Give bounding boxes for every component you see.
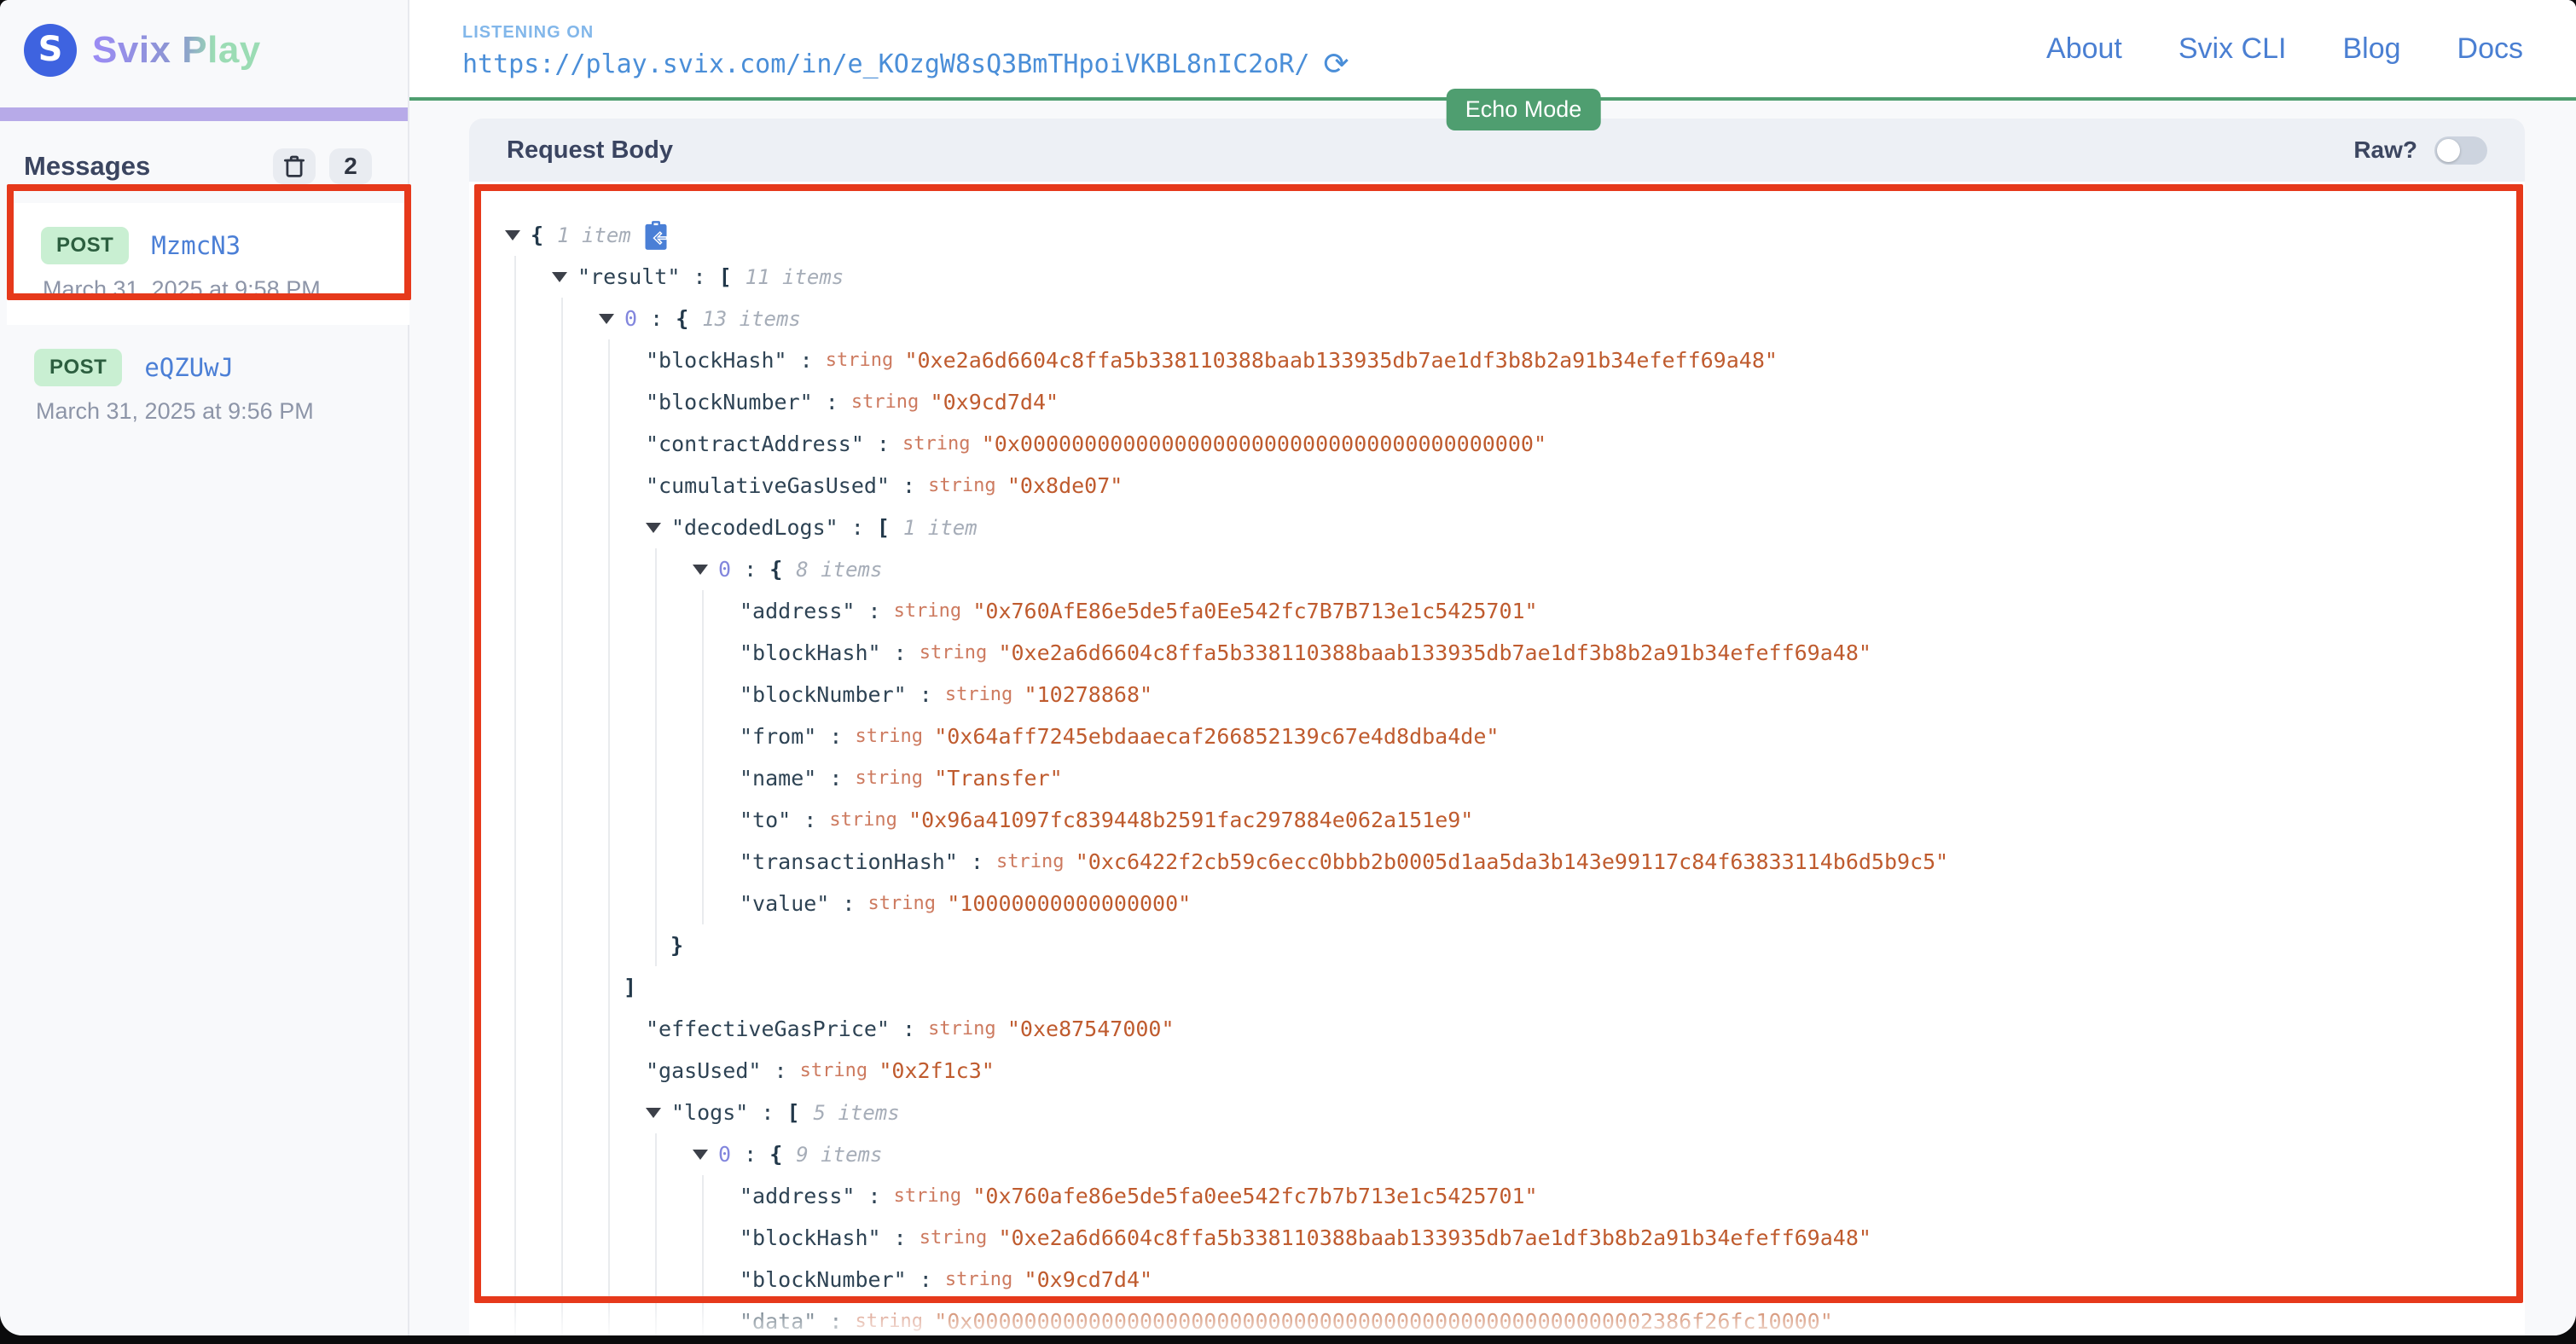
clear-messages-button[interactable] [273, 148, 316, 184]
webhook-url[interactable]: https://play.svix.com/in/e_KOzgW8sQ3BmTH… [462, 49, 1309, 79]
collapse-triangle-icon[interactable] [646, 523, 661, 533]
nav-link-about[interactable]: About [2046, 32, 2122, 66]
message-date: March 31, 2025 at 9:56 PM [36, 398, 408, 425]
method-badge: POST [34, 349, 122, 386]
message-count-badge: 2 [329, 148, 372, 184]
messages-header: Messages 2 [0, 121, 408, 184]
collapse-triangle-icon[interactable] [599, 314, 614, 324]
message-count: 2 [344, 153, 357, 180]
nav-link-svix-cli[interactable]: Svix CLI [2179, 32, 2287, 66]
sidebar-accent-bar [0, 107, 408, 121]
json-leaf-row: "to" : string "0x96a41097fc839448b2591fa… [740, 799, 2525, 841]
json-leaf-row: "blockHash" : string "0xe2a6d6604c8ffa5b… [646, 339, 2525, 381]
svix-logo-letter: S [38, 30, 63, 69]
json-expandable-row[interactable]: 0 : {9 items [693, 1133, 2525, 1175]
copy-icon[interactable] [643, 221, 669, 250]
top-bar: LISTENING ON https://play.svix.com/in/e_… [409, 0, 2576, 101]
raw-toggle[interactable] [2434, 136, 2487, 165]
json-leaf-row: "from" : string "0x64aff7245ebdaaecaf266… [740, 715, 2525, 757]
json-leaf-row: "name" : string "Transfer" [740, 757, 2525, 799]
json-expandable-row[interactable]: "decodedLogs" : [1 item [646, 507, 2525, 548]
collapse-triangle-icon[interactable] [505, 230, 520, 240]
message-date: March 31, 2025 at 9:58 PM [43, 276, 411, 303]
json-leaf-row: "gasUsed" : string "0x2f1c3" [646, 1050, 2525, 1092]
nav-link-blog[interactable]: Blog [2342, 32, 2400, 66]
json-leaf-row: "transactionHash" : string "0xc6422f2cb5… [740, 841, 2525, 883]
echo-mode-badge: Echo Mode [1447, 89, 1601, 130]
json-leaf-row: "blockHash" : string "0xe2a6d6604c8ffa5b… [740, 1217, 2525, 1259]
request-body-title: Request Body [507, 136, 2353, 165]
json-leaf-row: "address" : string "0x760AfE86e5de5fa0Ee… [740, 590, 2525, 632]
method-badge: POST [41, 227, 129, 264]
app-title: Svix Play [92, 29, 261, 72]
json-expandable-row[interactable]: 0 : {13 items [599, 298, 2525, 339]
copy-json-button[interactable] [643, 221, 669, 250]
trash-icon [281, 154, 307, 179]
request-body-content: {1 item"result" : [11 items0 : {13 items… [469, 182, 2525, 1335]
nav-link-docs[interactable]: Docs [2457, 32, 2523, 66]
message-list-item[interactable]: POST eQZUwJ March 31, 2025 at 9:56 PM [0, 325, 408, 447]
refresh-icon[interactable]: ⟳ [1323, 49, 1349, 80]
request-body-panel: Request Body Raw? {1 item"result" : [11 … [469, 119, 2525, 1335]
json-closing-bracket: } [670, 924, 2525, 966]
json-expandable-row[interactable]: "logs" : [5 items [646, 1092, 2525, 1133]
json-leaf-row: "address" : string "0x760afe86e5de5fa0ee… [740, 1175, 2525, 1217]
sidebar: S Svix Play Messages 2 POST MzmcN3 March 3… [0, 0, 409, 1335]
listening-block: LISTENING ON https://play.svix.com/in/e_… [462, 18, 1349, 80]
message-list-item[interactable]: POST MzmcN3 March 31, 2025 at 9:58 PM [7, 203, 411, 325]
message-list: POST MzmcN3 March 31, 2025 at 9:58 PM POST e… [0, 203, 408, 447]
json-leaf-row: "blockNumber" : string "10278868" [740, 674, 2525, 715]
message-id[interactable]: MzmcN3 [151, 231, 241, 260]
main-area: LISTENING ON https://play.svix.com/in/e_… [409, 0, 2576, 1335]
collapse-triangle-icon[interactable] [552, 272, 567, 282]
collapse-triangle-icon[interactable] [646, 1108, 661, 1118]
json-leaf-row: "blockHash" : string "0xe2a6d6604c8ffa5b… [740, 632, 2525, 674]
json-leaf-row: "effectiveGasPrice" : string "0xe8754700… [646, 1008, 2525, 1050]
json-closing-bracket: ] [624, 966, 2525, 1008]
json-leaf-row: "blockNumber" : string "0x9cd7d4" [646, 381, 2525, 423]
json-leaf-row: "data" : string "0x000000000000000000000… [740, 1301, 2525, 1335]
raw-toggle-label: Raw? [2353, 136, 2417, 164]
json-leaf-row: "contractAddress" : string "0x0000000000… [646, 423, 2525, 465]
top-nav: About Svix CLI Blog Docs [2046, 32, 2523, 66]
collapse-triangle-icon[interactable] [693, 565, 708, 575]
json-expandable-row[interactable]: {1 item [505, 214, 2525, 256]
json-leaf-row: "blockNumber" : string "0x9cd7d4" [740, 1259, 2525, 1301]
json-expandable-row[interactable]: 0 : {8 items [693, 548, 2525, 590]
json-tree: {1 item"result" : [11 items0 : {13 items… [469, 182, 2525, 1335]
json-expandable-row[interactable]: "result" : [11 items [552, 256, 2525, 298]
json-leaf-row: "value" : string "10000000000000000" [740, 883, 2525, 924]
message-id[interactable]: eQZUwJ [144, 353, 234, 382]
listening-on-label: LISTENING ON [462, 23, 1349, 43]
svix-logo-icon: S [24, 24, 77, 77]
svix-play-window: S Svix Play Messages 2 POST MzmcN3 March 3… [0, 0, 2576, 1335]
raw-toggle-knob [2437, 139, 2460, 162]
app-logo[interactable]: S Svix Play [0, 0, 408, 107]
collapse-triangle-icon[interactable] [693, 1150, 708, 1160]
messages-title: Messages [24, 151, 259, 182]
json-leaf-row: "cumulativeGasUsed" : string "0x8de07" [646, 465, 2525, 507]
